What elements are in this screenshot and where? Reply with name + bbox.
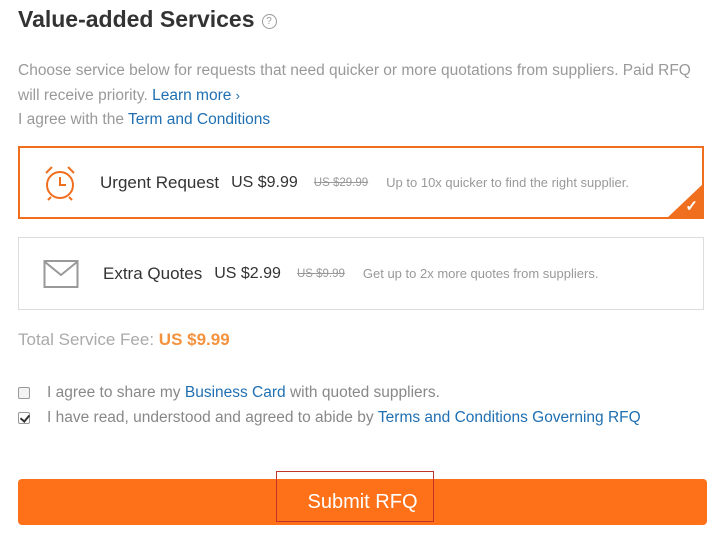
service-price: US $9.99 [231,173,298,191]
question-circle-icon[interactable]: ? [261,14,277,29]
terms-prefix: I agree with the [18,111,124,128]
fee-amount: US $9.99 [158,330,230,349]
total-service-fee: Total Service Fee: US $9.99 [18,330,230,350]
service-price: US $2.99 [214,264,281,282]
terms-governing-rfq-link[interactable]: Terms and Conditions Governing RFQ [378,409,641,427]
page-title: Value-added Services ? [18,6,277,33]
service-name: Extra Quotes [103,263,203,283]
service-card-extra-quotes[interactable]: Extra Quotes US $2.99 US $9.99 Get up to… [18,237,704,310]
agree-text: I have read, understood and agreed to ab… [47,409,374,426]
service-name: Urgent Request [100,172,220,192]
service-old-price: US $29.99 [313,176,369,189]
checkmark-icon: ✓ [685,198,698,215]
description-text: Choose service below for requests that n… [18,62,691,104]
agree-business-card-row: I agree to share my Business Card with q… [18,384,440,402]
agree-terms-row: I have read, understood and agreed to ab… [18,409,641,427]
business-card-checkbox[interactable] [18,387,30,399]
envelope-icon [19,259,103,289]
submit-rfq-button[interactable]: Submit RFQ [18,479,707,525]
terms-checkbox[interactable] [18,412,30,424]
page-title-text: Value-added Services [18,6,255,32]
service-description: Choose service below for requests that n… [18,59,698,133]
service-old-price: US $9.99 [296,267,345,280]
service-card-urgent-request[interactable]: Urgent Request US $9.99 US $29.99 Up to … [18,146,704,219]
service-note: Up to 10x quicker to find the right supp… [386,175,629,190]
term-and-conditions-link[interactable]: Term and Conditions [128,111,270,128]
chevron-right-icon: › [235,87,241,103]
agree-text: I agree to share my [47,384,181,401]
agree-suffix: with quoted suppliers. [289,384,440,401]
fee-label: Total Service Fee: [18,330,155,349]
alarm-clock-icon [20,164,100,202]
learn-more-link[interactable]: Learn more › [152,87,240,104]
service-note: Get up to 2x more quotes from suppliers. [362,266,599,281]
business-card-link[interactable]: Business Card [185,384,286,402]
